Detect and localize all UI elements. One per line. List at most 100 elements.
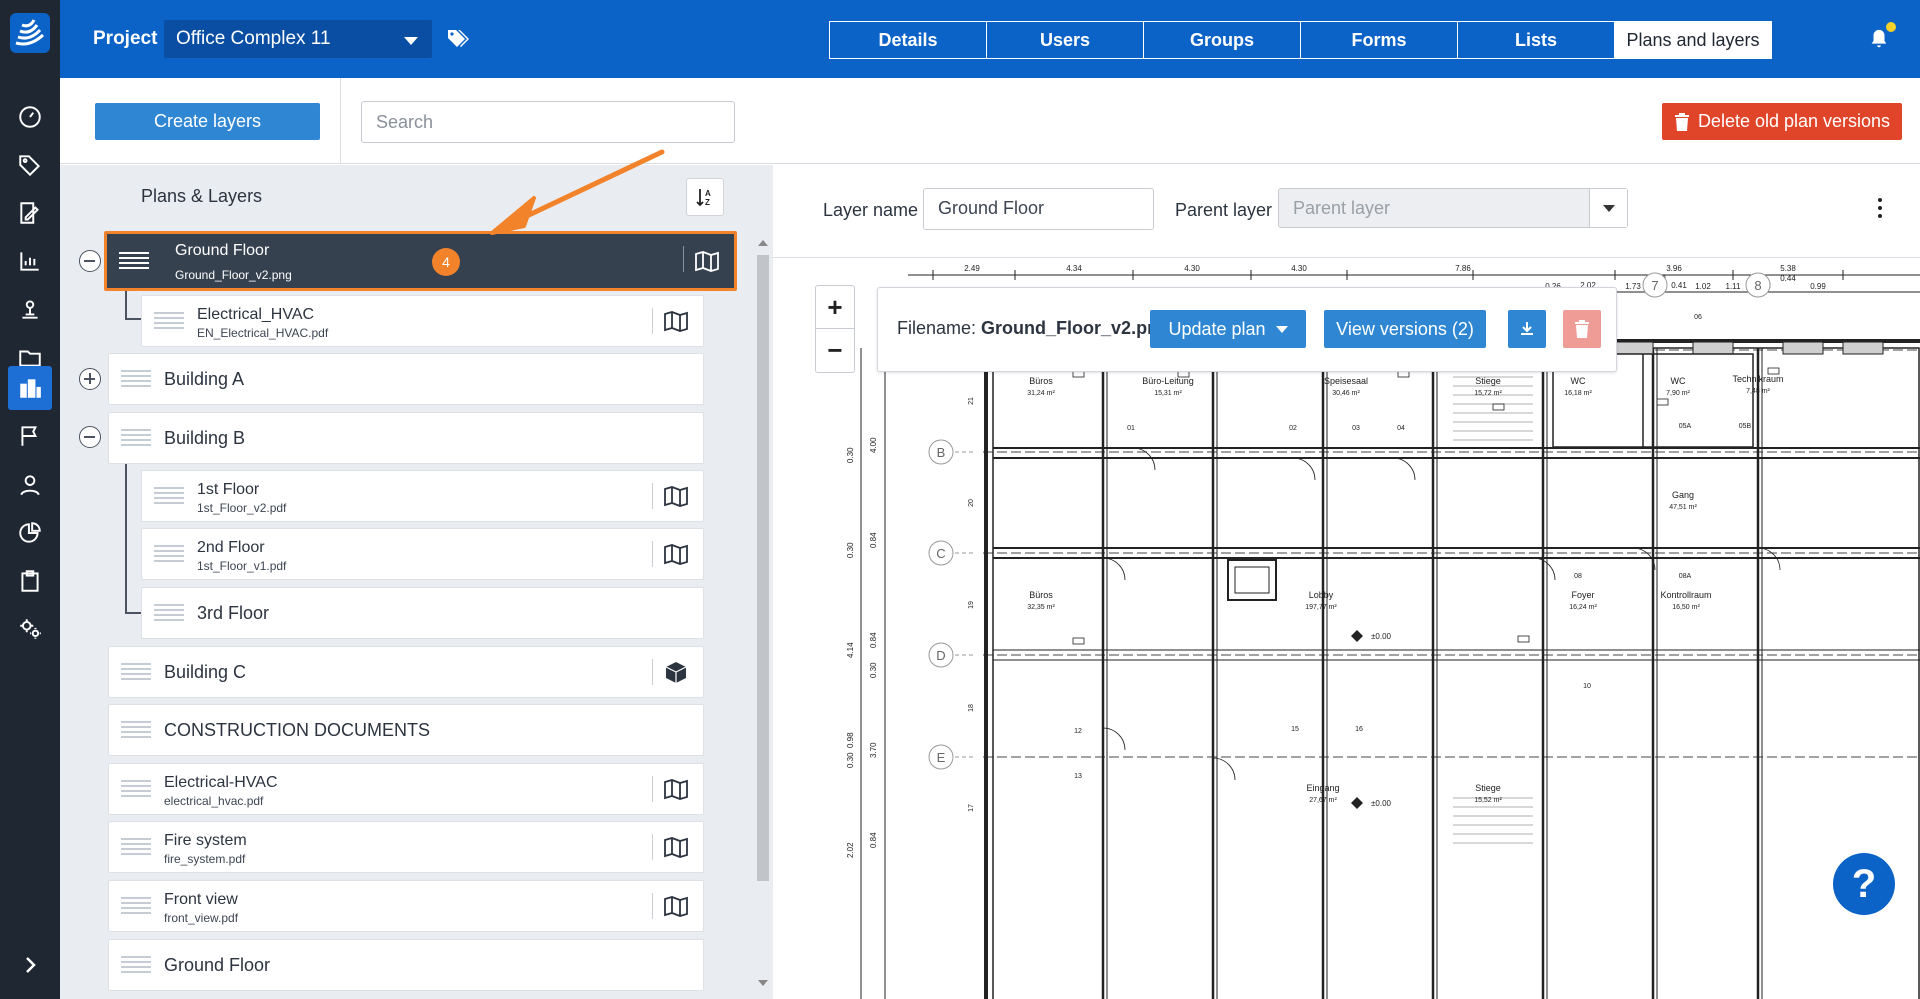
drag-handle-icon[interactable] (121, 897, 151, 915)
tags-nav[interactable] (8, 143, 52, 187)
layer-row-2nd-floor[interactable]: 2nd Floor 1st_Floor_v1.pdf (141, 528, 704, 580)
map-icon[interactable] (663, 778, 689, 800)
drag-handle-icon[interactable] (154, 604, 184, 622)
drag-handle-icon[interactable] (154, 545, 184, 563)
map-icon[interactable] (663, 310, 689, 332)
layer-row-electrical-hvac[interactable]: Electrical_HVAC EN_Electrical_HVAC.pdf (141, 295, 704, 347)
dimension-label: 5.38 (1780, 264, 1796, 273)
layer-name-input[interactable]: Ground Floor (923, 188, 1154, 230)
settings-nav[interactable] (8, 607, 52, 651)
parent-layer-select[interactable]: Parent layer (1278, 188, 1628, 228)
layer-row-building-b[interactable]: Building B (108, 412, 704, 464)
users-nav[interactable] (8, 463, 52, 507)
collapse-toggle[interactable] (79, 250, 101, 272)
scroll-down-arrow[interactable] (758, 980, 768, 986)
drag-handle-icon[interactable] (121, 429, 151, 447)
collapse-toggle[interactable] (79, 426, 101, 448)
drag-handle-icon[interactable] (119, 252, 149, 270)
drag-handle-icon[interactable] (121, 370, 151, 388)
bell-icon[interactable] (1868, 28, 1890, 50)
help-button[interactable]: ? (1833, 853, 1895, 915)
window-hatch (1842, 341, 1884, 355)
app-logo[interactable] (10, 13, 50, 53)
view-versions-button[interactable]: View versions (2) (1324, 310, 1486, 348)
drag-handle-icon[interactable] (154, 487, 184, 505)
scroll-up-arrow[interactable] (758, 240, 768, 246)
zoom-out-button[interactable]: − (816, 329, 854, 372)
search-input[interactable]: Search (361, 101, 735, 143)
row-divider (652, 483, 653, 509)
drag-handle-icon[interactable] (121, 838, 151, 856)
room-area: 27,67 m² (1309, 797, 1337, 804)
analytics-nav[interactable] (8, 511, 52, 555)
layer-row-ground-floor-doc[interactable]: Ground Floor (108, 939, 704, 991)
dimension-label: 0.44 (1780, 274, 1796, 283)
tab-users[interactable]: Users (986, 21, 1144, 59)
layer-row-ground-floor[interactable]: Ground Floor Ground_Floor_v2.png (104, 231, 737, 291)
map-icon[interactable] (663, 485, 689, 507)
layer-row-electrical-hvac-doc[interactable]: Electrical-HVAC electrical_hvac.pdf (108, 763, 704, 815)
chart-icon (20, 252, 39, 271)
dimension-label: 0.84 (869, 532, 878, 548)
layer-row-front-view[interactable]: Front view front_view.pdf (108, 880, 704, 932)
layer-row-construction-documents[interactable]: CONSTRUCTION DOCUMENTS (108, 704, 704, 756)
tab-lists[interactable]: Lists (1457, 21, 1615, 59)
tab-plans-and-layers[interactable]: Plans and layers (1614, 21, 1772, 59)
drag-handle-icon[interactable] (121, 780, 151, 798)
drag-handle-icon[interactable] (121, 956, 151, 974)
delete-old-versions-button[interactable]: Delete old plan versions (1662, 103, 1902, 140)
door-code: 15 (1291, 726, 1299, 733)
scroll-thumb[interactable] (757, 255, 769, 881)
door-code: 17 (968, 804, 975, 812)
map-icon[interactable] (663, 836, 689, 858)
caret-down-icon[interactable] (1589, 189, 1627, 227)
door-swing (1102, 727, 1126, 751)
door-code: 04 (1397, 425, 1405, 432)
layer-row-1st-floor[interactable]: 1st Floor 1st_Floor_v2.pdf (141, 470, 704, 522)
dimension-label: 2.02 (846, 842, 855, 858)
zoom-in-button[interactable]: + (816, 286, 854, 329)
map-icon[interactable] (663, 543, 689, 565)
outlet-symbol (1517, 635, 1530, 643)
flags-nav[interactable] (8, 414, 52, 458)
layer-row-fire-system[interactable]: Fire system fire_system.pdf (108, 821, 704, 873)
layer-row-3rd-floor[interactable]: 3rd Floor (141, 587, 704, 639)
drag-handle-icon[interactable] (154, 312, 184, 330)
layer-row-title: Building B (164, 428, 246, 448)
reports-nav[interactable] (8, 191, 52, 235)
layer-row-file: 1st_Floor_v2.pdf (197, 501, 287, 515)
download-button[interactable] (1508, 310, 1546, 348)
layer-row-building-c[interactable]: Building C (108, 646, 704, 698)
sort-button[interactable]: AZ (686, 178, 724, 216)
create-layers-button[interactable]: Create layers (95, 103, 320, 140)
elevator-car (1234, 566, 1270, 594)
tags-icon[interactable] (446, 28, 470, 50)
stats-nav[interactable] (8, 239, 52, 283)
room-area: 197,77 m² (1305, 604, 1337, 611)
room-area: 7,48 m² (1746, 388, 1770, 395)
drag-handle-icon[interactable] (121, 721, 151, 739)
project-tabs: Details Users Groups Forms Lists Plans a… (829, 21, 1772, 59)
layer-row-building-a[interactable]: Building A (108, 353, 704, 405)
tab-details[interactable]: Details (829, 21, 987, 59)
project-select[interactable]: Office Complex 11 (164, 20, 432, 58)
layer-row-title: 3rd Floor (197, 603, 270, 623)
dashboard-nav[interactable] (8, 95, 52, 139)
nav-rail (0, 0, 60, 999)
update-plan-button[interactable]: Update plan (1150, 310, 1306, 348)
clipboard-nav[interactable] (8, 559, 52, 603)
toolbar-divider (340, 78, 341, 164)
map-icon[interactable] (663, 895, 689, 917)
delete-plan-button[interactable] (1563, 310, 1601, 348)
drag-handle-icon[interactable] (121, 663, 151, 681)
cube-icon[interactable] (663, 661, 689, 683)
tab-groups[interactable]: Groups (1143, 21, 1301, 59)
layer-row-title: Ground Floor (164, 955, 271, 975)
more-options-icon[interactable] (1878, 198, 1884, 218)
tab-forms[interactable]: Forms (1300, 21, 1458, 59)
expand-toggle[interactable] (79, 368, 101, 390)
chevron-right-icon[interactable] (18, 953, 42, 977)
projects-nav[interactable] (8, 366, 52, 410)
map-icon[interactable] (694, 250, 720, 272)
location-nav[interactable] (8, 287, 52, 331)
